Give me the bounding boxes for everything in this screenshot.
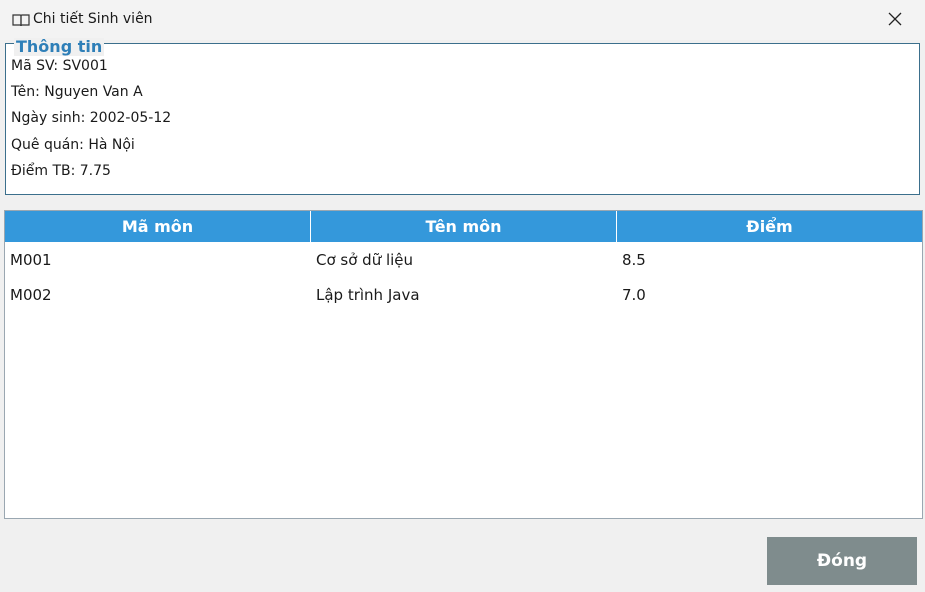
hometown-label: Quê quán: Hà Nội — [11, 137, 135, 153]
column-header-subject-code[interactable]: Mã môn — [5, 211, 311, 242]
student-id-label: Mã SV: SV001 — [11, 58, 108, 74]
window-title: Chi tiết Sinh viên — [33, 11, 153, 27]
info-group: Thông tin Mã SV: SV001 Tên: Nguyen Van A… — [5, 38, 920, 195]
gpa-label: Điểm TB: 7.75 — [11, 163, 111, 179]
birthdate-label: Ngày sinh: 2002-05-12 — [11, 110, 172, 126]
cell-score: 8.5 — [622, 251, 646, 269]
cell-subject-code: M001 — [10, 251, 52, 269]
dialog-content: Thông tin Mã SV: SV001 Tên: Nguyen Van A… — [0, 38, 925, 592]
cell-subject-name: Lập trình Java — [316, 286, 420, 304]
grades-table[interactable]: Mã môn Tên môn Điểm M001 Cơ sở dữ liệu 8… — [4, 210, 923, 519]
cell-subject-name: Cơ sở dữ liệu — [316, 251, 414, 269]
close-icon — [888, 11, 902, 30]
close-dialog-button[interactable]: Đóng — [767, 537, 917, 585]
table-row[interactable]: M002 Lập trình Java 7.0 — [5, 278, 922, 313]
student-detail-dialog: Chi tiết Sinh viên Thông tin Mã SV: SV00… — [0, 0, 925, 592]
table-row[interactable]: M001 Cơ sở dữ liệu 8.5 — [5, 243, 922, 278]
student-name-label: Tên: Nguyen Van A — [11, 84, 143, 100]
cell-score: 7.0 — [622, 286, 646, 304]
book-icon — [12, 12, 30, 28]
cell-subject-code: M002 — [10, 286, 52, 304]
window-close-button[interactable] — [865, 0, 925, 40]
info-group-title: Thông tin — [14, 37, 105, 56]
table-header: Mã môn Tên môn Điểm — [5, 211, 922, 242]
column-header-score[interactable]: Điểm — [617, 211, 922, 242]
title-bar[interactable]: Chi tiết Sinh viên — [0, 0, 925, 40]
column-header-subject-name[interactable]: Tên môn — [311, 211, 617, 242]
